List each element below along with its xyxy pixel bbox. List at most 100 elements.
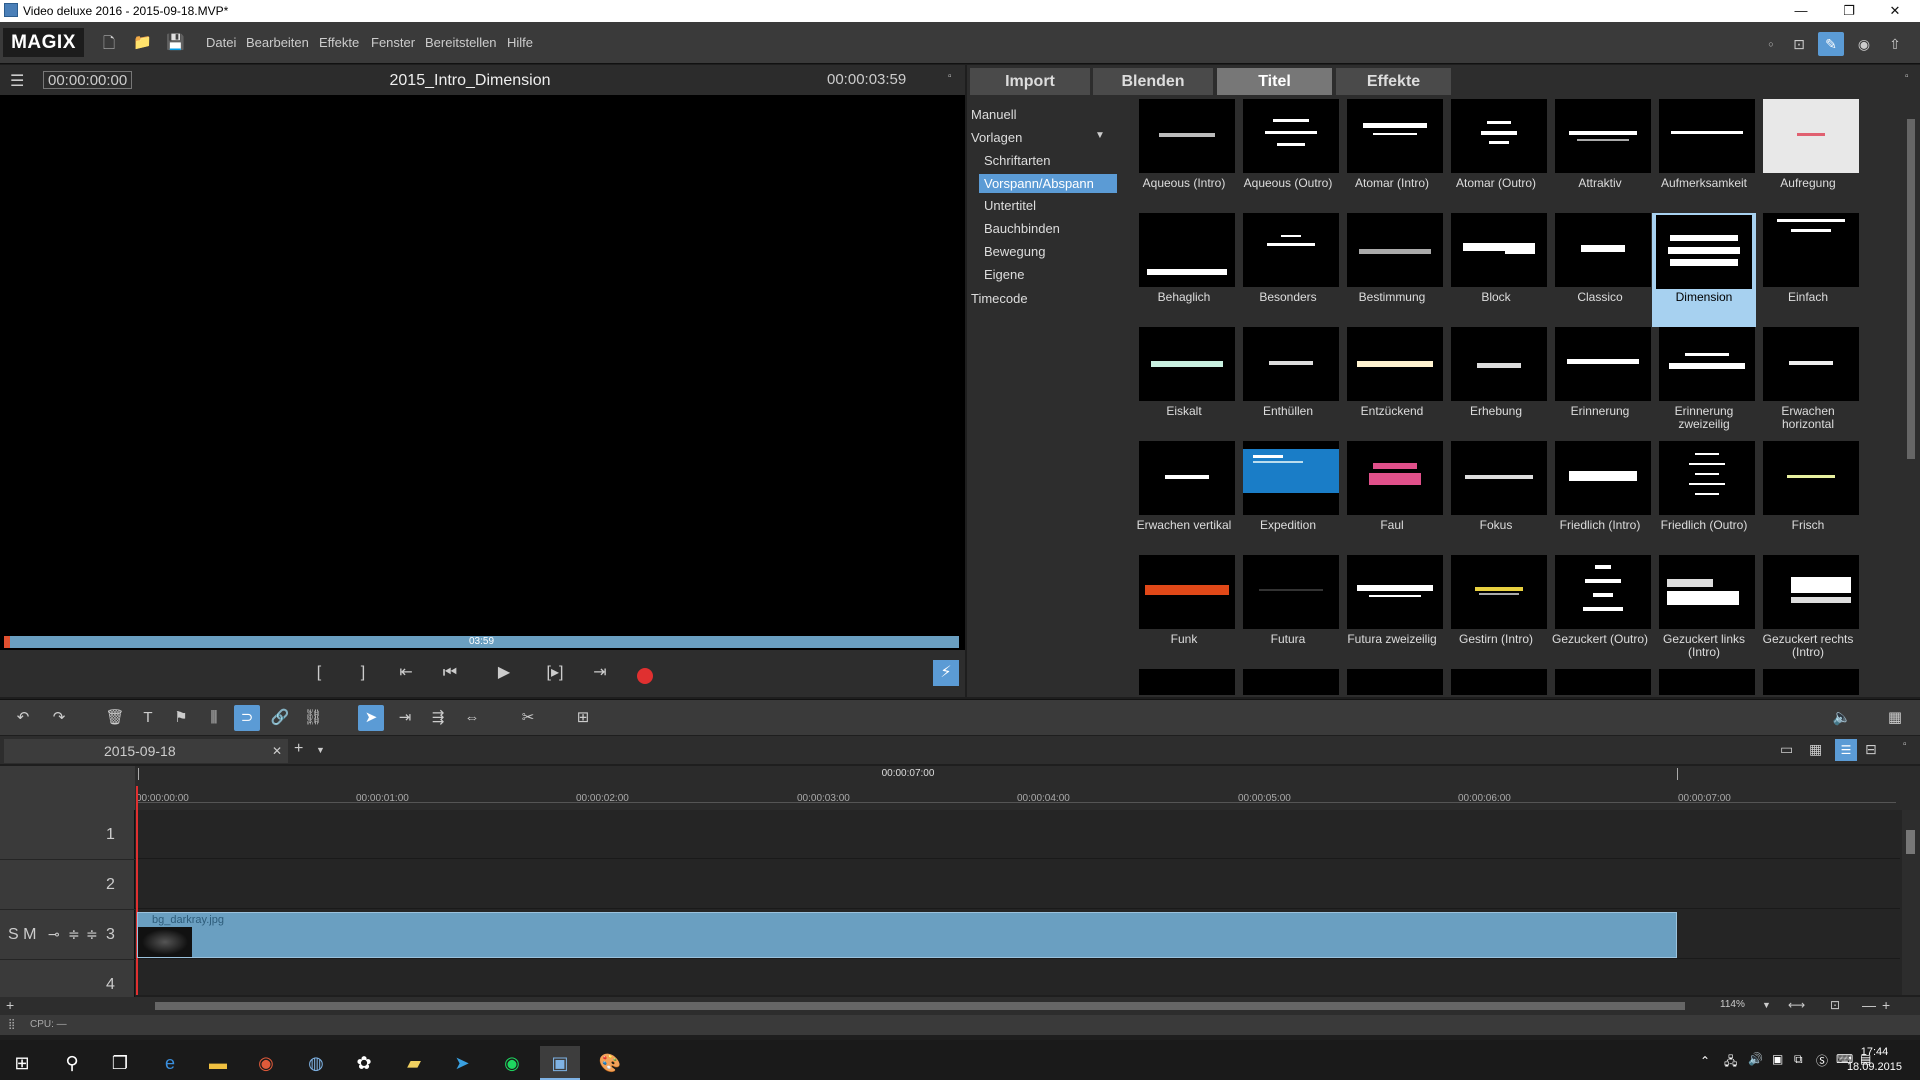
vscroll-thumb[interactable] <box>1906 830 1915 854</box>
template-tile[interactable]: Gestirn (Intro) <box>1444 555 1548 669</box>
template-tile[interactable]: Erwachen vertikal <box>1132 441 1236 555</box>
ripple-icon[interactable]: ⊃ <box>234 705 260 731</box>
undo-icon[interactable]: ↶ <box>10 705 36 731</box>
timeline-playhead[interactable] <box>136 786 138 810</box>
template-tile[interactable]: Classico <box>1548 213 1652 327</box>
menu-effekte[interactable]: Effekte <box>319 35 359 50</box>
zoom-fit-icon[interactable]: ⊡ <box>1830 998 1840 1012</box>
zoom-out-icon[interactable]: — <box>1862 997 1876 1013</box>
tray-chevron-icon[interactable]: ⌃ <box>1700 1054 1710 1068</box>
template-tile[interactable]: Friedlich (Intro) <box>1548 441 1652 555</box>
category-manuell[interactable]: Manuell <box>971 107 1017 122</box>
menu-fenster[interactable]: Fenster <box>371 35 415 50</box>
small-dot-icon[interactable]: ○ <box>1758 32 1784 56</box>
category-untertitel[interactable]: Untertitel <box>984 198 1036 213</box>
tray-app-icon[interactable]: ▣ <box>1772 1052 1783 1066</box>
menu-datei[interactable]: Datei <box>206 35 236 50</box>
template-tile[interactable] <box>1132 669 1236 695</box>
template-tile[interactable]: Entzückend <box>1340 327 1444 441</box>
telegram-icon[interactable]: ➤ <box>442 1046 482 1080</box>
delete-icon[interactable]: 🗑 <box>102 705 128 731</box>
text-tool-icon[interactable]: T <box>135 705 161 731</box>
stretch-tool-icon[interactable]: ⇔ <box>459 705 485 731</box>
template-tile[interactable]: Aufregung <box>1756 99 1860 213</box>
template-tile[interactable]: Friedlich (Outro) <box>1652 441 1756 555</box>
play-button[interactable]: ▶ <box>490 660 518 686</box>
template-tile[interactable]: Erinnerung <box>1548 327 1652 441</box>
track-2[interactable]: 2 <box>0 860 1900 909</box>
template-tile[interactable]: Gezuckert (Outro) <box>1548 555 1652 669</box>
paint-icon[interactable]: 🎨 <box>590 1046 630 1080</box>
template-tile[interactable]: Besonders <box>1236 213 1340 327</box>
windows-start-icon[interactable]: ⊞ <box>2 1046 42 1080</box>
marker-icon[interactable]: ⚑ <box>168 705 194 731</box>
template-tile[interactable]: Gezuckert rechts (Intro) <box>1756 555 1860 669</box>
app-icon[interactable]: ✿ <box>344 1046 384 1080</box>
mark-out-button[interactable]: ] <box>349 660 377 686</box>
category-bauchbinden[interactable]: Bauchbinden <box>984 221 1060 236</box>
template-tile[interactable]: Funk <box>1132 555 1236 669</box>
open-folder-icon[interactable]: 📁 <box>133 33 152 53</box>
template-tile[interactable] <box>1548 669 1652 695</box>
template-tile[interactable]: Erhebung <box>1444 327 1548 441</box>
template-tile[interactable] <box>1444 669 1548 695</box>
zoom-level[interactable]: 114% <box>1720 999 1745 1010</box>
volume-icon[interactable]: 🔈 <box>1829 705 1855 731</box>
menu-bearbeiten[interactable]: Bearbeiten <box>246 35 309 50</box>
tab-effekte[interactable]: Effekte <box>1336 68 1451 95</box>
search-icon[interactable]: ⚲ <box>52 1046 92 1080</box>
playhead-marker[interactable] <box>4 636 10 648</box>
quick-action-icon[interactable]: ⚡ <box>933 660 959 686</box>
layout-timeline-icon[interactable]: ☰ <box>1835 739 1857 761</box>
chrome-icon[interactable]: ◉ <box>246 1046 286 1080</box>
maximize-timeline-icon[interactable]: ▫ <box>1903 739 1907 750</box>
track-expand-icon[interactable]: ≑ <box>68 926 80 943</box>
template-tile[interactable]: Fokus <box>1444 441 1548 555</box>
previous-marker-button[interactable]: ⏮ <box>436 660 464 686</box>
close-tab-icon[interactable]: ✕ <box>272 739 282 763</box>
template-tile[interactable]: Futura <box>1236 555 1340 669</box>
category-bewegung[interactable]: Bewegung <box>984 244 1045 259</box>
track-lock-icon[interactable]: ⊸ <box>48 926 60 943</box>
menu-bereitstellen[interactable]: Bereitstellen <box>425 35 497 50</box>
edit-mode-icon[interactable]: ✎ <box>1818 32 1844 56</box>
mark-in-button[interactable]: [ <box>305 660 333 686</box>
edge-icon[interactable]: e <box>150 1046 190 1080</box>
multi-select-icon[interactable]: ⇶ <box>425 705 451 731</box>
save-icon[interactable]: 💾 <box>166 33 185 53</box>
project-tab[interactable]: 2015-09-18 ✕ <box>4 739 288 763</box>
spotify-icon[interactable]: ◉ <box>492 1046 532 1080</box>
category-timecode[interactable]: Timecode <box>971 291 1028 306</box>
upload-icon[interactable]: ⇧ <box>1882 32 1908 56</box>
notes-icon[interactable]: ▰ <box>394 1046 434 1080</box>
hscroll-thumb[interactable] <box>155 1002 1685 1010</box>
restore-button[interactable]: ❐ <box>1826 0 1872 22</box>
jump-to-end-button[interactable]: ⇥ <box>586 660 614 686</box>
template-tile[interactable]: Attraktiv <box>1548 99 1652 213</box>
template-tile[interactable] <box>1652 669 1756 695</box>
category-vorlagen[interactable]: Vorlagen <box>971 130 1022 145</box>
layout-storyboard-icon[interactable]: ⊟ <box>1865 741 1877 758</box>
tab-blenden[interactable]: Blenden <box>1093 68 1213 95</box>
category-vorspann-abspann[interactable]: Vorspann/Abspann <box>979 174 1117 193</box>
zoom-in-icon[interactable]: + <box>1882 997 1890 1013</box>
template-tile[interactable] <box>1236 669 1340 695</box>
template-tile[interactable]: Faul <box>1340 441 1444 555</box>
expand-triangle-icon[interactable]: ▼ <box>1095 130 1105 141</box>
maximize-preview-icon[interactable]: ▫ <box>948 71 952 82</box>
task-view-icon[interactable]: ❐ <box>100 1046 140 1080</box>
template-tile[interactable]: Frisch <box>1756 441 1860 555</box>
range-tool-icon[interactable]: ⇥ <box>392 705 418 731</box>
mail-icon[interactable]: ◍ <box>296 1046 336 1080</box>
template-tile[interactable]: Futura zweizeilig <box>1340 555 1444 669</box>
mixer-panel-icon[interactable]: ▦ <box>1882 705 1908 731</box>
redo-icon[interactable]: ↷ <box>46 705 72 731</box>
tab-menu-icon[interactable]: ▼ <box>316 745 325 755</box>
track-1[interactable]: 1 <box>0 810 1900 859</box>
category-eigene[interactable]: Eigene <box>984 267 1024 282</box>
add-tab-icon[interactable]: + <box>294 740 303 758</box>
vertical-scrollbar[interactable] <box>1902 810 1920 995</box>
template-tile[interactable] <box>1756 669 1860 695</box>
menu-hilfe[interactable]: Hilfe <box>507 35 533 50</box>
template-tile[interactable]: Erwachen horizontal <box>1756 327 1860 441</box>
